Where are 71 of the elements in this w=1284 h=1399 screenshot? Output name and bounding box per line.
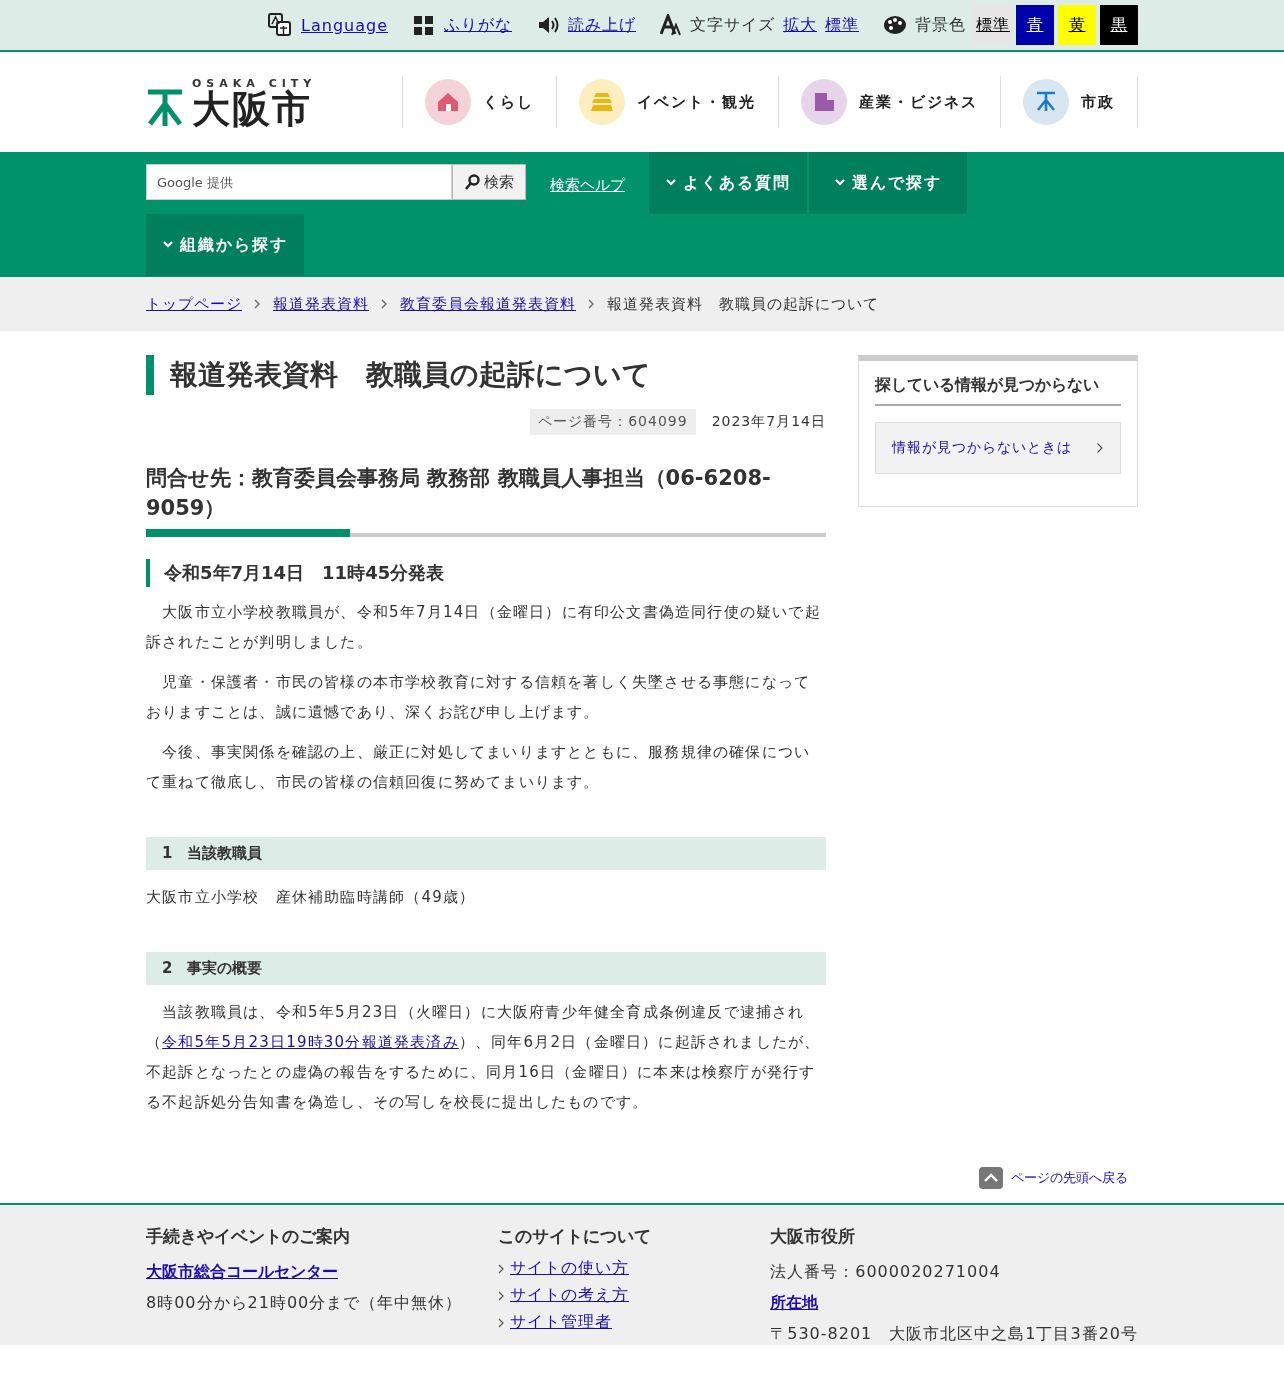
city-logo[interactable]: OSAKA CITY 大阪市 <box>146 76 317 128</box>
footer-link[interactable]: サイトの使い方 <box>509 1258 629 1279</box>
breadcrumb-link[interactable]: 報道発表資料 <box>273 294 369 314</box>
breadcrumb-link[interactable]: 教育委員会報道発表資料 <box>400 294 576 314</box>
chevron-icon <box>588 299 595 309</box>
chevron-icon <box>497 1290 504 1301</box>
footer-link[interactable]: 大阪市総合コールセンター <box>146 1262 338 1283</box>
background-color-button[interactable]: 青 <box>1016 5 1054 45</box>
font-size-link[interactable]: 拡大 <box>783 14 817 36</box>
background-color-button[interactable]: 標準 <box>974 5 1012 45</box>
caret-icon <box>834 178 846 188</box>
menu-button[interactable]: 組織から探す <box>146 214 306 276</box>
accessibility-link[interactable]: ふりがな <box>444 14 512 36</box>
arrow-up-icon <box>979 1167 1003 1189</box>
background-color-label: 背景色 <box>915 14 966 36</box>
body-paragraph: 大阪市立小学校教職員が、令和5年7月14日（金曜日）に有印公文書偽造同行使の疑いで起訴されたことが判明しました。 <box>146 602 822 653</box>
logo-title: 大阪市 <box>192 89 313 128</box>
kana-icon <box>412 13 436 37</box>
breadcrumb-link[interactable]: トップページ <box>146 294 242 314</box>
section-heading: 1 当該教職員 <box>146 837 826 870</box>
body-paragraph: 大阪市立小学校 産休補助臨時講師（49歳） <box>146 887 477 908</box>
contact-heading: 問合せ先：教育委員会事務局 教務部 教職員人事担当（06-6208-9059） <box>146 463 826 537</box>
palette-icon <box>883 15 907 35</box>
footer-link[interactable]: 所在地 <box>770 1293 819 1314</box>
breadcrumb-current: 報道発表資料 教職員の起訴について <box>607 294 879 314</box>
caret-icon <box>162 240 174 250</box>
category-link[interactable]: 市政 <box>1001 76 1138 128</box>
logo-subtitle: OSAKA CITY <box>192 76 317 90</box>
category-link[interactable]: くらし <box>403 76 557 128</box>
chevron-icon <box>1096 442 1104 454</box>
search-icon <box>464 174 480 190</box>
translate-icon <box>267 12 294 38</box>
chevron-icon <box>497 1263 504 1274</box>
footer-link[interactable]: サイト管理者 <box>509 1312 612 1333</box>
font-size-link[interactable]: 標準 <box>825 14 859 36</box>
page-number: ページ番号：604099 <box>530 409 696 435</box>
menu-button[interactable]: よくある質問 <box>649 152 809 214</box>
menu-button[interactable]: 選んで探す <box>809 152 969 214</box>
page-title: 報道発表資料 教職員の起訴について <box>146 355 826 395</box>
chevron-icon <box>381 299 388 309</box>
category-link[interactable]: 産業・ビジネス <box>779 76 1001 128</box>
back-to-top-link[interactable]: ページの先頭へ戻る <box>979 1167 1128 1189</box>
background-color-button[interactable]: 黒 <box>1100 5 1138 45</box>
body-paragraph: 今後、事実関係を確認の上、厳正に対処してまいりますとともに、服務規律の確保について重ねて徹底し、市民の皆様の信頼回復に努めてまいります。 <box>146 742 812 793</box>
footer-heading: 大阪市役所 <box>770 1225 856 1248</box>
background-color-button[interactable]: 黄 <box>1058 5 1096 45</box>
help-link[interactable]: 情報が見つからないときは <box>875 422 1121 474</box>
caret-icon <box>665 178 677 188</box>
category-link[interactable]: イベント・観光 <box>557 76 779 128</box>
chevron-icon <box>254 299 261 309</box>
footer-text: 8時00分から21時00分まで（年中無休） <box>146 1293 463 1314</box>
font-size-icon <box>660 14 682 36</box>
footer-heading: このサイトについて <box>497 1225 651 1248</box>
section-heading: 2 事実の概要 <box>146 952 826 985</box>
body-paragraph: 当該教職員は、令和5年5月23日（火曜日）に大阪府青少年健全育成条例違反で逮捕され（令和5年5月23日19時30分報道発表済み）、同年6月2日（金曜日）に起訴されましたが、不起訴となったとの虚偽の報告をするために、同月16日（金曜日）に本来は検察庁が発行する不起訴処分告知書を偽造し、その写しを校長に提出したものです。 <box>146 1002 822 1113</box>
body-paragraph: 児童・保護者・市民の皆様の本市学校教育に対する信頼を著しく失墜させる事態になっておりますことは、誠に遺憾であり、深くお詫び申し上げます。 <box>146 672 812 723</box>
chevron-icon <box>497 1317 504 1328</box>
announcement-heading: 令和5年7月14日 11時45分発表 <box>146 559 826 587</box>
footer-link[interactable]: サイトの考え方 <box>509 1285 629 1306</box>
footer-text: 〒530-8201 大阪市北区中之島1丁目3番20号 <box>770 1324 1138 1345</box>
sidebar-heading: 探している情報が見つからない <box>875 375 1121 406</box>
footer-heading: 手続きやイベントのご案内 <box>146 1225 350 1248</box>
accessibility-link[interactable]: 読み上げ <box>568 14 636 36</box>
city-emblem-icon <box>146 87 184 128</box>
search-button[interactable]: 検索 <box>452 164 526 200</box>
publish-date: 2023年7月14日 <box>711 413 826 431</box>
footer-text: 法人番号：6000020271004 <box>770 1262 1001 1283</box>
font-size-label: 文字サイズ <box>690 14 775 36</box>
accessibility-link[interactable]: Language <box>301 15 388 35</box>
search-help-link[interactable]: 検索ヘルプ <box>550 176 625 195</box>
inline-link[interactable]: 令和5年5月23日19時30分報道発表済み <box>162 1033 459 1051</box>
